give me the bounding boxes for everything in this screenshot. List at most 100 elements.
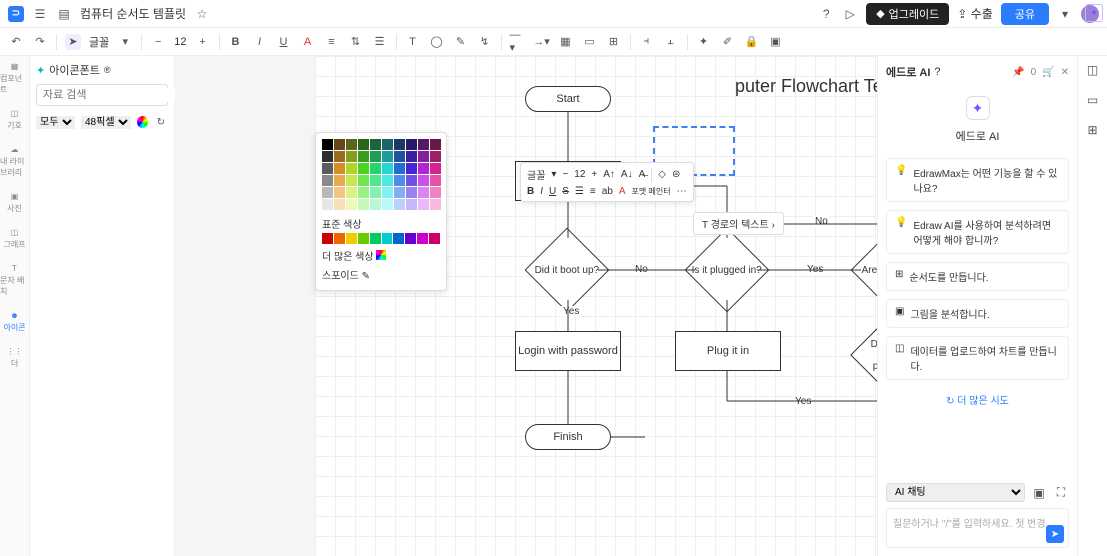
history-icon[interactable]: ▭ [1085,92,1101,108]
color-swatch[interactable] [370,199,381,210]
bold-icon[interactable]: B [527,186,534,197]
decrease-font-icon[interactable]: A↓ [621,169,633,180]
group-icon[interactable]: ⊞ [606,34,622,50]
color-swatch[interactable] [406,175,417,186]
color-swatch[interactable] [346,187,357,198]
color-swatch[interactable] [430,151,441,162]
share-button[interactable]: 공유 [1001,3,1049,25]
theme-icon[interactable]: ◫ [1085,62,1101,78]
color-swatch[interactable] [370,151,381,162]
highlight-icon[interactable]: ab [602,186,613,197]
color-swatch[interactable] [429,233,440,244]
node-start[interactable]: Start [525,86,611,112]
color-picker-popover[interactable]: 표준 색상 더 많은 색상 스포이드 ✎ [315,132,447,291]
align-left-icon[interactable]: ⫞ [639,34,655,50]
color-swatch[interactable] [346,199,357,210]
rail-text[interactable]: T문자 배치 [0,264,29,297]
node-boot[interactable]: Did it boot up? [525,228,610,313]
color-swatch[interactable] [322,187,333,198]
node-finish[interactable]: Finish [525,424,611,450]
align-center-icon[interactable]: ⫠ [663,34,679,50]
more-colors-button[interactable]: 더 많은 색상 [322,248,440,263]
rail-icons[interactable]: ☻아이콘 [3,311,25,333]
redo-icon[interactable]: ↷ [32,34,48,50]
italic-icon[interactable]: I [540,186,543,197]
more-icon[interactable]: ⋯ [677,186,687,197]
number-icon[interactable]: ≡ [590,186,596,197]
color-swatch[interactable] [394,163,405,174]
arrow-style-icon[interactable]: →▾ [534,34,550,50]
color-swatch[interactable] [358,163,369,174]
shape-icon[interactable]: ◯ [429,34,445,50]
ai-mode-select[interactable]: AI 채팅 [886,483,1025,502]
color-swatch[interactable] [322,163,333,174]
color-swatch[interactable] [393,233,404,244]
color-swatch[interactable] [370,187,381,198]
rail-photos[interactable]: ▣사진 [7,192,22,214]
export-button[interactable]: ⇪ 수출 [957,5,992,22]
bullet-icon[interactable]: ☰ [575,186,584,197]
color-swatch[interactable] [382,199,393,210]
color-swatch[interactable] [405,233,416,244]
color-swatch[interactable] [418,163,429,174]
color-swatch[interactable] [322,199,333,210]
clear-format-icon[interactable]: A̶ [639,169,646,180]
file-icon[interactable]: ▤ [56,6,72,22]
node-plugin[interactable]: Plug it in [675,331,781,371]
magic-icon[interactable]: ✦ [696,34,712,50]
color-swatch[interactable] [382,139,393,150]
list-icon[interactable]: ☰ [372,34,388,50]
canvas-area[interactable]: puter Flowchart Template Start Turn comp… [175,56,877,556]
rail-more[interactable]: ⋮⋮더 [7,347,23,369]
ai-send-button[interactable]: ➤ [1046,525,1064,543]
canvas[interactable]: puter Flowchart Template Start Turn comp… [315,56,877,556]
increase-font-icon[interactable]: A↑ [603,169,615,180]
format-painter[interactable]: 포맷 페인터 [632,186,671,197]
plus-icon[interactable]: + [195,34,211,50]
font-size[interactable]: 12 [174,36,186,48]
float-font[interactable]: 글꼴 [527,167,545,182]
color-swatch[interactable] [322,175,333,186]
container-icon[interactable]: ▣ [768,34,784,50]
close-icon[interactable]: ✕ [1061,67,1069,78]
color-swatch[interactable] [334,163,345,174]
color-swatch[interactable] [358,187,369,198]
style-icon[interactable]: ⊜ [672,169,680,180]
color-swatch[interactable] [430,139,441,150]
color-swatch[interactable] [430,175,441,186]
chevron-down-icon[interactable]: ▾ [117,34,133,50]
pen-icon[interactable]: ✎ [453,34,469,50]
app-logo[interactable]: ⊃ [8,6,24,22]
ai-input[interactable]: 질문하거나 "/"를 입력하세요. 첫 번경 ➤ [886,508,1069,548]
color-swatch[interactable] [358,199,369,210]
color-swatch[interactable] [418,151,429,162]
color-swatch[interactable] [370,163,381,174]
help-icon[interactable]: ? [934,66,940,78]
color-swatch[interactable] [418,139,429,150]
color-swatch[interactable] [406,163,417,174]
fill-icon[interactable]: ◇ [658,169,666,180]
color-swatch[interactable] [430,163,441,174]
line-style-icon[interactable]: —▾ [510,34,526,50]
search-input[interactable]: 🔍 [36,84,168,106]
color-swatch[interactable] [358,139,369,150]
color-swatch[interactable] [430,199,441,210]
bold-icon[interactable]: B [228,34,244,50]
color-swatch[interactable] [358,175,369,186]
color-swatch[interactable] [370,175,381,186]
ai-suggestion[interactable]: ⊞순서도를 만듭니다. [886,262,1069,291]
color-swatch[interactable] [430,187,441,198]
node-plugged[interactable]: Is it plugged in? [685,228,770,313]
color-swatch[interactable] [382,175,393,186]
float-size[interactable]: 12 [574,169,585,180]
connector-icon[interactable]: ↯ [477,34,493,50]
text-icon[interactable]: T [405,34,421,50]
undo-icon[interactable]: ↶ [8,34,24,50]
color-swatch[interactable] [358,151,369,162]
cart-icon[interactable]: 🛒 [1042,67,1054,78]
color-wheel-icon[interactable] [137,116,148,128]
color-swatch[interactable] [334,233,345,244]
color-swatch[interactable] [322,233,333,244]
color-icon[interactable]: A [619,186,626,197]
font-select[interactable]: 글꼴 [89,34,109,50]
